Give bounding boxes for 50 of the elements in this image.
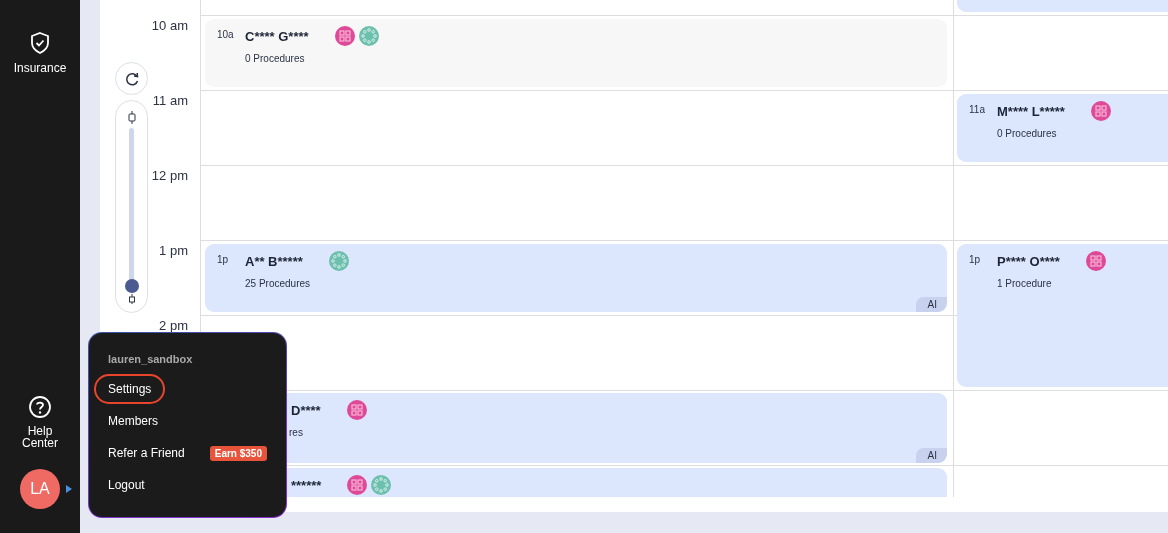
time-label: 2 pm [159, 318, 188, 333]
insurance-button[interactable]: Insurance [13, 31, 67, 75]
procedure-count: 1 Procedure [997, 278, 1052, 289]
grid-icon [1090, 101, 1111, 121]
appointment-time: 10a [217, 28, 235, 40]
menu-item[interactable]: Logout [94, 470, 159, 500]
ai-tag: AI [915, 448, 947, 463]
grid-icon [346, 400, 367, 420]
time-label: 12 pm [151, 168, 188, 183]
username: lauren_sandbox [108, 353, 194, 365]
appointment-time: 11a [969, 103, 986, 115]
procedure-count: 0 Procedures [245, 53, 305, 64]
dotted-circle-icon [358, 26, 379, 46]
patient-name: D**** [291, 402, 321, 418]
patient-name: ****** [291, 477, 322, 493]
procedure-count: 25 Procedures [245, 278, 311, 289]
patient-name: A** B***** [245, 253, 303, 269]
slider-thumb[interactable] [124, 279, 139, 293]
patient-name: M**** L***** [997, 103, 1065, 119]
menu-item[interactable]: Refer a Friend [94, 438, 199, 468]
caret-icon [66, 485, 72, 493]
menu-item[interactable]: Members [94, 406, 172, 436]
ai-tag: AI [915, 297, 947, 312]
appointment-card[interactable]: 10a C**** G**** 0 Procedures [205, 19, 947, 87]
refresh-button[interactable] [115, 62, 149, 95]
grid-icon [347, 475, 368, 495]
help-icon [28, 395, 52, 419]
time-label: 1 pm [159, 243, 188, 258]
time-label: 11 am [152, 93, 188, 108]
appointment-card[interactable]: 1p P**** O**** 1 Procedure [957, 244, 1168, 387]
appointment-time: 1p [217, 253, 230, 265]
time-label: 10 am [151, 18, 188, 33]
zoom-out-icon [126, 111, 137, 124]
help-center-button[interactable]: Help Center [20, 395, 60, 449]
appointment-time: 1p [969, 253, 982, 265]
grid-icon [334, 26, 355, 46]
appointment-card[interactable]: 1p A** B***** 25 Procedures AI [205, 244, 947, 312]
procedure-count: res [289, 427, 303, 438]
appointment-card[interactable]: 11a M**** L***** 0 Procedures [957, 94, 1168, 162]
patient-name: C**** G**** [245, 28, 309, 44]
promo-badge: Earn $350 [209, 445, 267, 461]
grid-icon [1085, 251, 1106, 271]
refresh-icon [123, 70, 140, 87]
patient-name: P**** O**** [997, 253, 1060, 269]
dotted-circle-icon [371, 475, 392, 495]
dotted-circle-icon [328, 251, 349, 271]
menu-item[interactable]: Settings [94, 374, 166, 404]
shield-check-icon [28, 31, 52, 55]
zoom-in-icon [126, 294, 137, 304]
procedure-count: 0 Procedures [997, 128, 1057, 139]
